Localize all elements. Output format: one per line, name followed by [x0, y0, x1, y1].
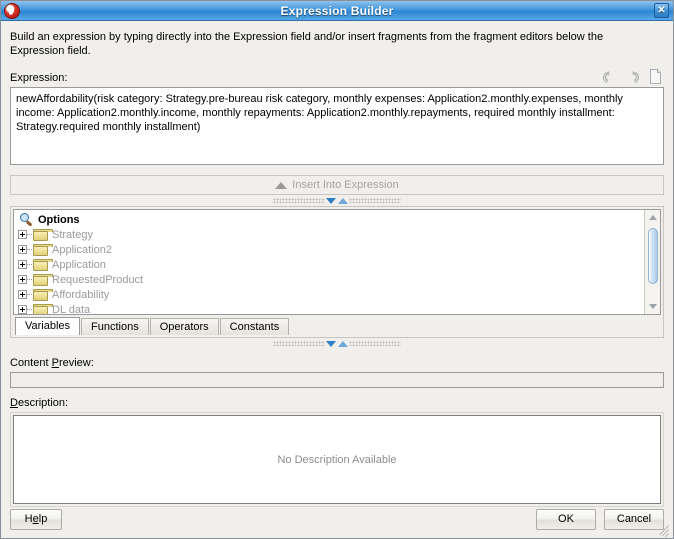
tree-root-options[interactable]: Options	[14, 212, 644, 227]
folder-icon	[33, 288, 53, 301]
close-icon[interactable]: ✕	[654, 3, 669, 18]
expand-icon[interactable]	[18, 260, 27, 269]
options-tree[interactable]: Options Strategy Application2 Applicatio…	[13, 209, 661, 315]
resize-grip[interactable]	[659, 525, 671, 538]
intro-text: Build an expression by typing directly i…	[10, 31, 604, 57]
content-preview-field[interactable]	[10, 372, 664, 388]
content-preview-label-pre: Content	[10, 357, 52, 369]
folder-icon	[33, 228, 53, 241]
title-bar: Expression Builder ✕	[1, 1, 673, 21]
tree-connector	[27, 278, 32, 281]
tree-connector	[27, 293, 32, 296]
expression-input[interactable]: newAffordability(risk category: Strategy…	[10, 87, 664, 165]
tab-functions[interactable]: Functions	[81, 318, 149, 335]
fragment-editor-tabs: Variables Functions Operators Constants	[13, 317, 661, 335]
content-preview-label: Content Preview:	[10, 357, 664, 369]
description-label-mnemonic: D	[10, 397, 18, 409]
dialog-button-bar: Help OK Cancel	[10, 508, 664, 530]
folder-icon	[33, 273, 53, 286]
expand-icon[interactable]	[18, 245, 27, 254]
scroll-up-button[interactable]	[645, 210, 660, 225]
tree-item-application[interactable]: Application	[14, 257, 644, 272]
splitter-grip-left	[273, 198, 325, 203]
expression-header: Expression:	[10, 66, 664, 84]
folder-icon	[33, 258, 53, 271]
expand-icon[interactable]	[18, 230, 27, 239]
insert-into-expression-button[interactable]: Insert Into Expression	[10, 175, 664, 195]
dialog-body: Build an expression by typing directly i…	[1, 21, 673, 538]
scrollbar-thumb[interactable]	[648, 228, 658, 284]
chevron-down-icon	[648, 304, 657, 309]
chevron-up-icon	[648, 215, 657, 220]
content-preview-label-mnemonic: P	[51, 357, 59, 369]
splitter-grip-left	[273, 341, 325, 346]
splitter-grip-right	[349, 198, 401, 203]
tree-root-label: Options	[38, 213, 80, 226]
expression-toolbar	[601, 68, 664, 85]
redo-icon[interactable]	[624, 68, 641, 85]
insert-into-expression-label: Insert Into Expression	[292, 179, 399, 191]
splitter-collapse-down-icon[interactable]	[326, 197, 336, 204]
expand-icon[interactable]	[18, 305, 27, 314]
tree-vertical-scrollbar[interactable]	[644, 210, 660, 314]
undo-icon[interactable]	[601, 68, 618, 85]
expand-icon[interactable]	[18, 275, 27, 284]
window-title: Expression Builder	[280, 3, 394, 18]
tree-connector	[27, 263, 32, 266]
tree-scroll-area: Options Strategy Application2 Applicatio…	[14, 210, 644, 314]
help-label-pre: H	[24, 512, 33, 525]
tab-constants[interactable]: Constants	[219, 318, 290, 335]
tree-item-application2[interactable]: Application2	[14, 242, 644, 257]
splitter-bottom[interactable]	[10, 339, 664, 348]
search-icon	[20, 213, 33, 227]
tree-item-label: Application2	[52, 243, 112, 256]
app-logo-icon	[4, 2, 20, 19]
expand-icon[interactable]	[18, 290, 27, 299]
tab-operators[interactable]: Operators	[149, 318, 219, 335]
tree-item-label: DL data	[52, 303, 91, 315]
scroll-down-button[interactable]	[645, 299, 660, 314]
description-content: No Description Available	[13, 415, 661, 504]
help-label-post: lp	[38, 512, 48, 525]
ok-button[interactable]: OK	[536, 508, 596, 530]
help-button[interactable]: Help	[10, 508, 62, 530]
content-preview-label-post: review:	[58, 357, 94, 369]
splitter-top[interactable]	[10, 196, 664, 205]
tree-item-label: Strategy	[52, 228, 93, 241]
tree-item-affordability[interactable]: Affordability	[14, 287, 644, 302]
cancel-button[interactable]: Cancel	[604, 508, 664, 530]
folder-icon	[33, 243, 53, 256]
splitter-grip-right	[349, 341, 401, 346]
tree-connector	[27, 308, 32, 311]
splitter-collapse-up-icon[interactable]	[338, 197, 348, 204]
tab-variables[interactable]: Variables	[15, 317, 81, 335]
tree-item-label: Application	[52, 258, 106, 271]
description-label-post: escription:	[17, 397, 69, 409]
tree-connector	[27, 248, 32, 251]
tree-item-strategy[interactable]: Strategy	[14, 227, 644, 242]
folder-icon	[33, 303, 53, 314]
expression-builder-dialog: Expression Builder ✕ Build an expression…	[0, 0, 674, 539]
tree-item-requestedproduct[interactable]: RequestedProduct	[14, 272, 644, 287]
expression-label: Expression:	[10, 72, 68, 84]
tree-connector	[27, 233, 32, 236]
description-panel: No Description Available	[10, 412, 664, 507]
tree-item-label: RequestedProduct	[52, 273, 144, 286]
splitter-collapse-up-icon[interactable]	[338, 340, 348, 347]
tree-item-label: Affordability	[52, 288, 110, 301]
new-document-icon[interactable]	[647, 68, 664, 85]
tree-item-dl-data[interactable]: DL data	[14, 302, 644, 314]
description-label: Description:	[10, 397, 664, 409]
insert-arrow-icon	[275, 181, 288, 189]
splitter-collapse-down-icon[interactable]	[326, 340, 336, 347]
variables-panel: Options Strategy Application2 Applicatio…	[10, 206, 664, 338]
